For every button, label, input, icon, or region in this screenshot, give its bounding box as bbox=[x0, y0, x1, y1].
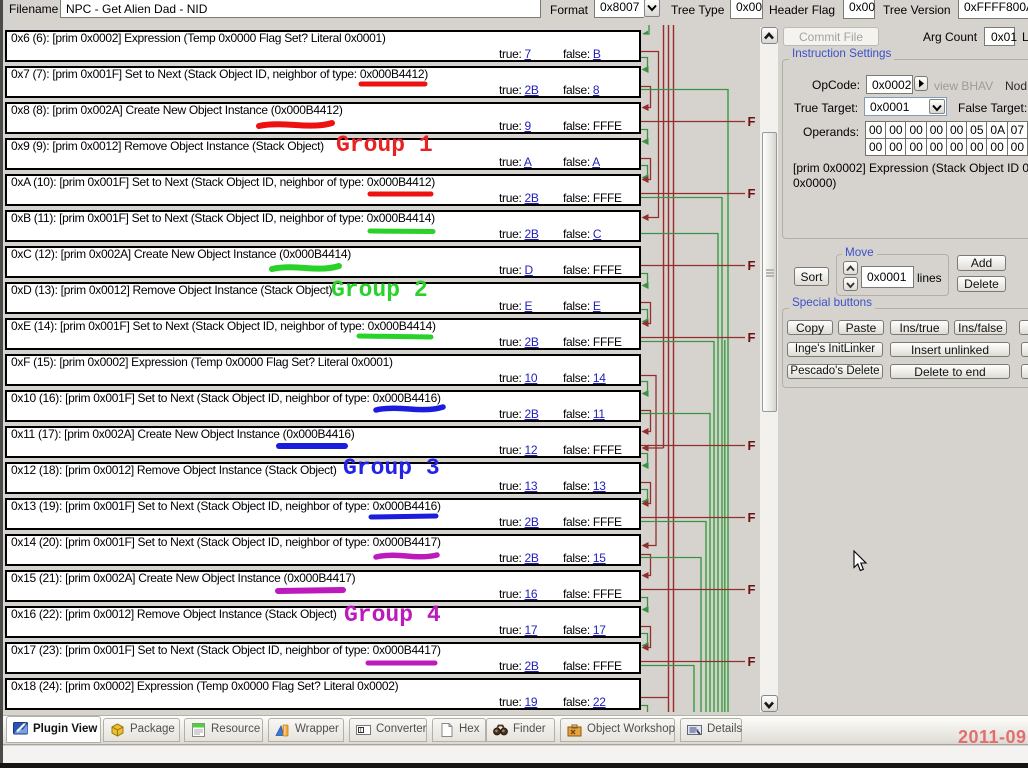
svg-text:F: F bbox=[748, 186, 756, 201]
svg-text:F: F bbox=[748, 258, 756, 273]
svg-text:F: F bbox=[748, 510, 756, 525]
svg-text:F: F bbox=[748, 582, 756, 597]
svg-text:F: F bbox=[748, 438, 756, 453]
svg-text:F: F bbox=[748, 654, 756, 669]
svg-text:F: F bbox=[748, 330, 756, 345]
svg-text:F: F bbox=[748, 114, 756, 129]
